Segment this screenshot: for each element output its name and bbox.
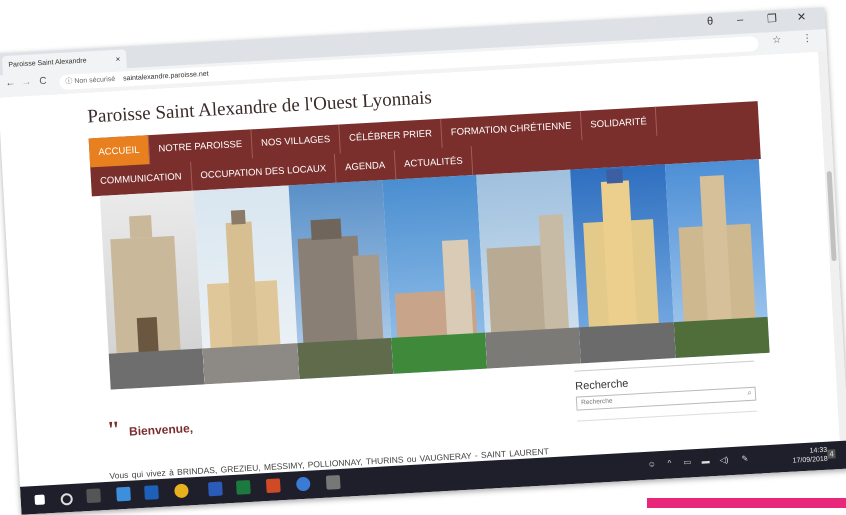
menu-item-actualit-s[interactable]: ACTUALITÉS bbox=[394, 146, 474, 180]
browser-menu-icon[interactable]: ⋮ bbox=[802, 33, 813, 45]
pen-icon[interactable]: ✎ bbox=[741, 454, 748, 463]
windows-start-icon[interactable] bbox=[34, 494, 46, 506]
notification-center-icon[interactable]: 4 bbox=[827, 449, 837, 459]
divider bbox=[577, 410, 757, 422]
reload-icon[interactable]: C bbox=[39, 76, 47, 87]
cortana-icon[interactable] bbox=[60, 492, 74, 506]
clock-date: 17/09/2018 bbox=[792, 455, 828, 465]
browser-window: Paroisse Saint Alexandre × θ – ❐ ✕ ← → C… bbox=[0, 7, 846, 515]
screenshot: Paroisse Saint Alexandre × θ – ❐ ✕ ← → C… bbox=[0, 0, 846, 515]
explorer-icon[interactable] bbox=[116, 486, 131, 502]
church-photo-5 bbox=[476, 169, 582, 369]
network-icon[interactable]: ▭ bbox=[683, 457, 691, 466]
accent-bar bbox=[647, 498, 846, 508]
menu-item-solidarit-[interactable]: SOLIDARITÉ bbox=[580, 106, 658, 140]
minimize-button[interactable]: – bbox=[737, 14, 744, 26]
menu-item-accueil[interactable]: ACCUEIL bbox=[88, 135, 151, 168]
church-photo-banner bbox=[99, 159, 770, 390]
app-icon[interactable] bbox=[295, 476, 311, 492]
profile-icon[interactable]: θ bbox=[707, 15, 714, 27]
search-icon[interactable]: ⌕ bbox=[747, 388, 752, 398]
close-window-button[interactable]: ✕ bbox=[797, 10, 807, 23]
excel-icon[interactable] bbox=[235, 480, 251, 495]
menu-item-agenda[interactable]: AGENDA bbox=[335, 150, 396, 183]
church-photo-6 bbox=[570, 164, 676, 364]
chevron-up-icon[interactable]: ^ bbox=[667, 458, 671, 467]
people-icon[interactable]: ☺ bbox=[647, 459, 656, 468]
tab-close-icon[interactable]: × bbox=[115, 50, 121, 69]
church-photo-7 bbox=[664, 159, 770, 359]
security-indicator[interactable]: ⓘ Non sécurisé bbox=[65, 76, 115, 86]
url-text: saintalexandre.paroisse.net bbox=[122, 70, 209, 83]
search-title: Recherche bbox=[574, 377, 629, 393]
powerpoint-icon[interactable] bbox=[265, 478, 281, 494]
word-icon[interactable] bbox=[208, 481, 223, 497]
tab-title: Paroisse Saint Alexandre bbox=[8, 57, 87, 69]
back-arrow-icon[interactable]: ← bbox=[5, 77, 16, 89]
divider bbox=[574, 360, 755, 372]
volume-icon[interactable]: ◁) bbox=[719, 455, 728, 464]
quote-mark-icon: " bbox=[106, 417, 122, 444]
welcome-heading: Bienvenue, bbox=[128, 421, 194, 439]
store-icon[interactable] bbox=[144, 485, 159, 500]
church-photo-3 bbox=[288, 180, 394, 380]
app-icon[interactable] bbox=[325, 474, 341, 490]
web-page: Paroisse Saint Alexandre de l'Ouest Lyon… bbox=[0, 51, 846, 493]
taskbar-clock[interactable]: 14:33 17/09/2018 bbox=[792, 446, 828, 466]
maximize-button[interactable]: ❐ bbox=[767, 12, 778, 26]
task-view-icon[interactable] bbox=[86, 488, 101, 504]
welcome-section: " Bienvenue, Vous qui vivez à BRINDAS, G… bbox=[106, 397, 549, 493]
forward-arrow-icon[interactable]: → bbox=[21, 77, 32, 89]
chrome-icon[interactable] bbox=[174, 483, 189, 499]
church-photo-1 bbox=[99, 190, 205, 390]
scrollbar-thumb[interactable] bbox=[826, 171, 837, 262]
bookmark-star-icon[interactable]: ☆ bbox=[772, 35, 782, 46]
church-photo-2 bbox=[193, 185, 299, 385]
church-photo-4 bbox=[382, 174, 488, 374]
battery-icon[interactable]: ▬ bbox=[701, 456, 709, 465]
menu-item-formation-chr-tienne[interactable]: FORMATION CHRÉTIENNE bbox=[441, 110, 583, 148]
